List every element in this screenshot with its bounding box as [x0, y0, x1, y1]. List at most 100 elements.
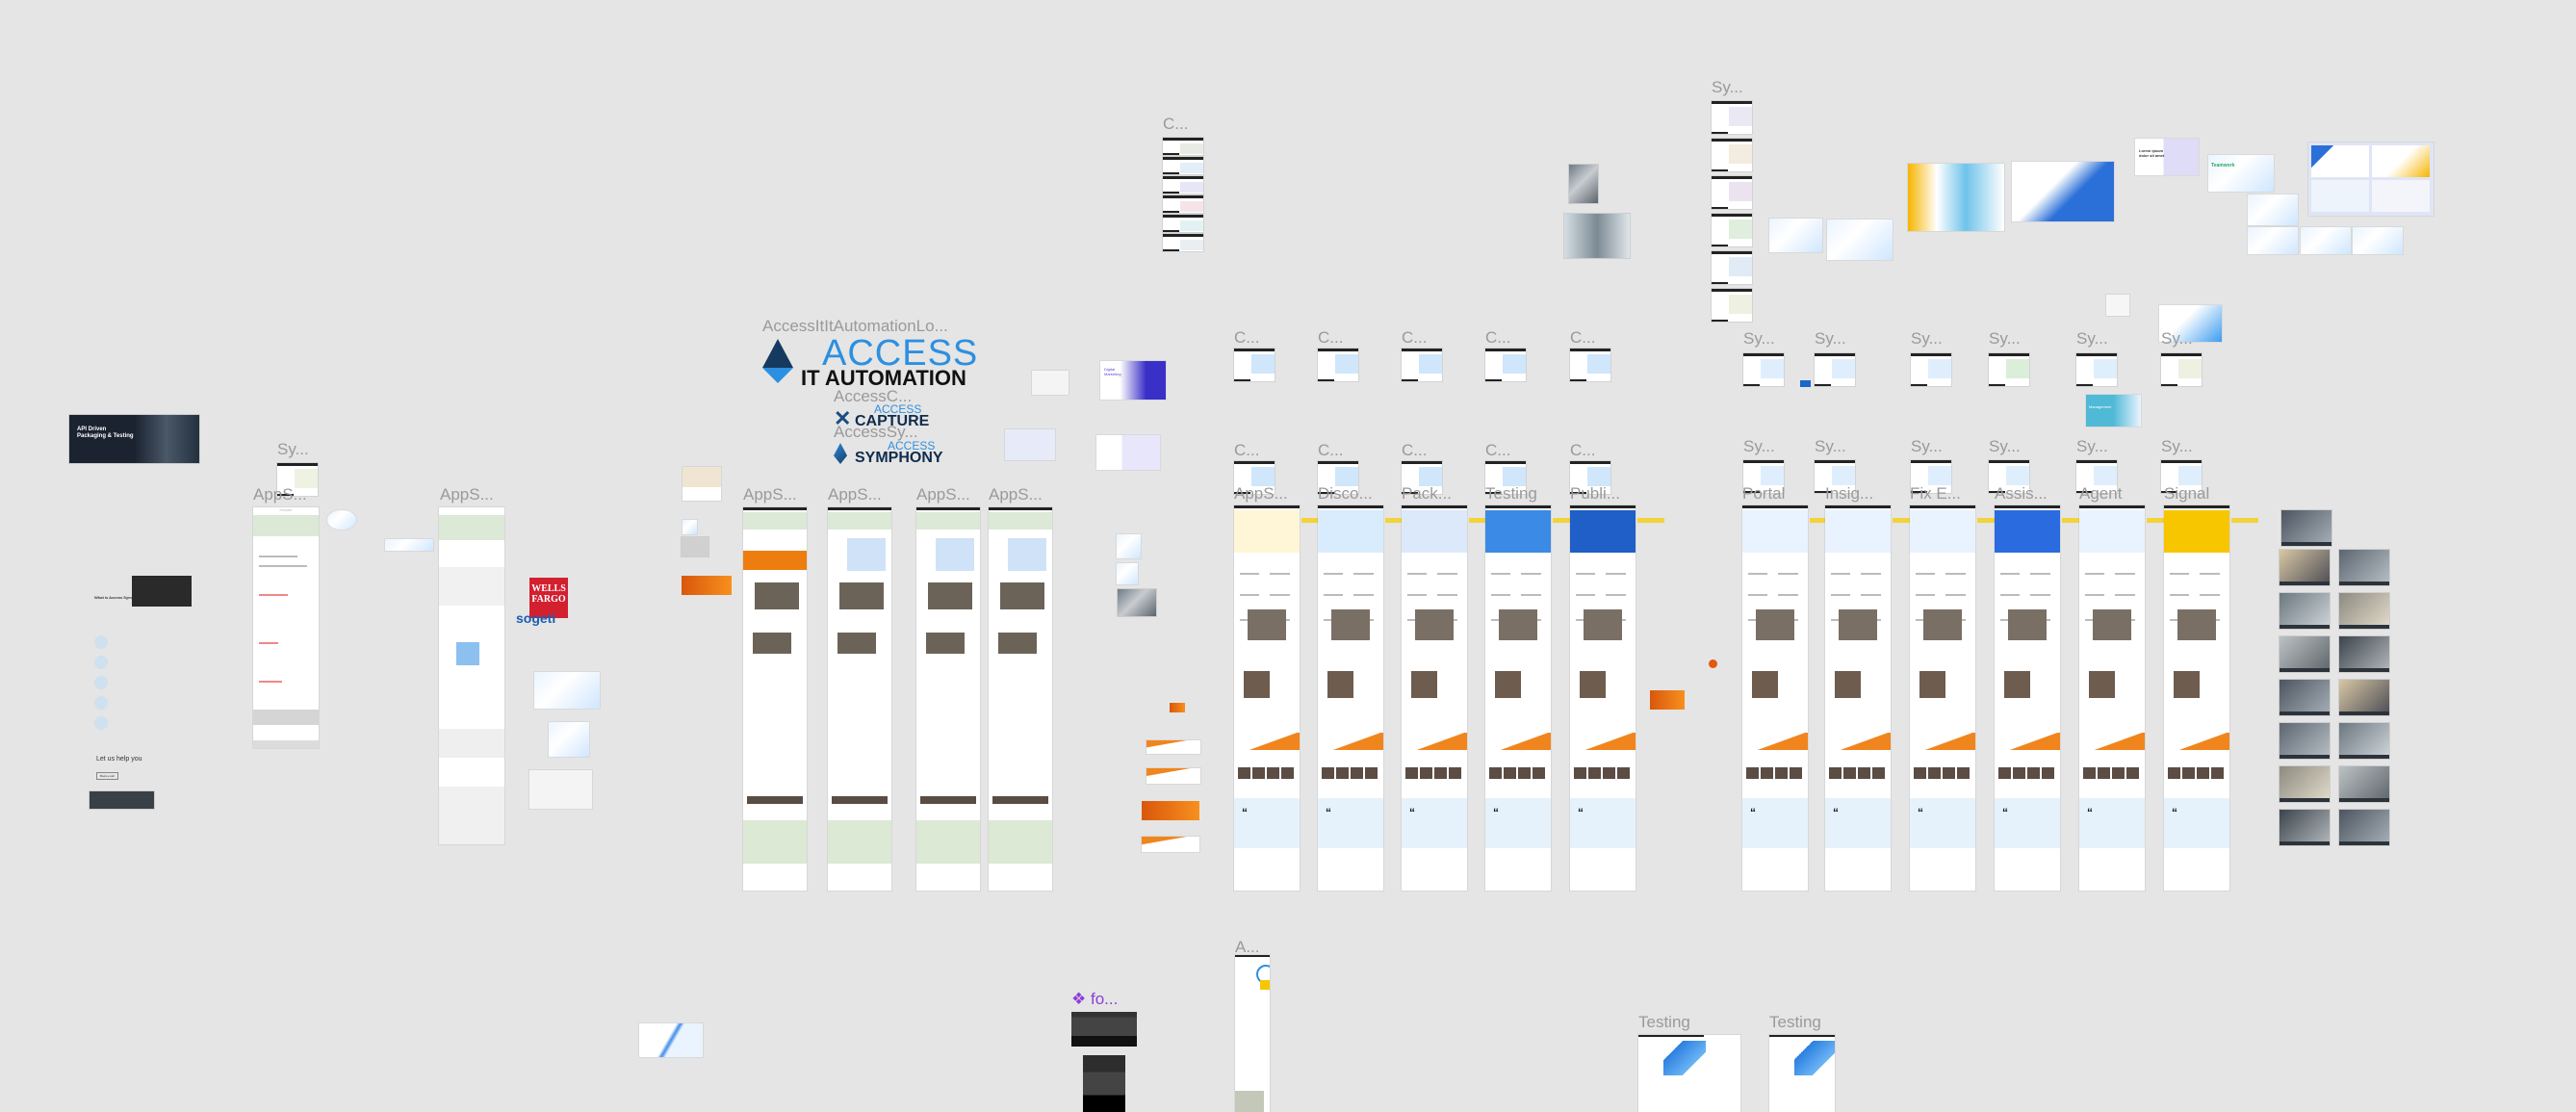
frame-c-thumb[interactable] [1163, 138, 1203, 155]
frame-c-thumb[interactable] [1570, 349, 1610, 381]
frame-product-page[interactable]: “ [2164, 505, 2229, 891]
illustration-digital-marketing[interactable]: Digital Marketing [1100, 361, 1166, 400]
stock-photo[interactable] [2280, 636, 2330, 672]
frame-testing-2[interactable] [1769, 1035, 1835, 1112]
frame-label-product-page[interactable]: Signal [2164, 485, 2209, 502]
frame-product-page[interactable]: “ [1402, 505, 1467, 891]
logo-label-symphony[interactable]: AccessSy... [834, 424, 918, 440]
stock-photo[interactable] [2281, 510, 2331, 546]
cta-variant-3[interactable] [1142, 801, 1199, 820]
cta-variant-4[interactable] [1142, 837, 1199, 852]
illustration-tiles-3[interactable] [2301, 227, 2351, 254]
illustration-management[interactable]: Management [2086, 395, 2141, 427]
orange-banner[interactable] [682, 576, 732, 595]
frame-c-thumb[interactable] [1234, 349, 1275, 381]
it-automation-logo[interactable]: ACCESS IT AUTOMATION [762, 333, 977, 390]
stock-photo[interactable] [2339, 810, 2389, 845]
yellow-marker[interactable] [1637, 518, 1664, 523]
illustration-grid-yellow[interactable] [1908, 164, 2004, 231]
frame-label-testing-2[interactable]: Testing [1769, 1014, 1821, 1030]
frame-label-c-column[interactable]: C... [1163, 116, 1188, 132]
frame-label-a[interactable]: A... [1235, 939, 1260, 955]
frame-label-c[interactable]: C... [1234, 329, 1259, 346]
frame-label-c[interactable]: C... [1485, 442, 1510, 458]
frame-label-sy[interactable]: Sy... [1815, 330, 1846, 347]
illustration-tiles-4[interactable] [2353, 227, 2403, 254]
frame-label-product-page[interactable]: Disco... [1318, 485, 1373, 502]
frame-apps-wireframe-1[interactable]: Header [253, 507, 319, 748]
frame-label-sy[interactable]: Sy... [1815, 438, 1846, 454]
frame-label-c[interactable]: C... [1318, 442, 1343, 458]
frame-sy-thumb[interactable] [1989, 353, 2029, 386]
frame-label-product-page[interactable]: Testing [1485, 485, 1537, 502]
footer-component-2[interactable] [1083, 1055, 1125, 1112]
frame-label-apps-column[interactable]: AppS... [828, 486, 882, 503]
frame-label-sy[interactable]: Sy... [277, 441, 309, 457]
frame-label-c[interactable]: C... [1570, 442, 1595, 458]
frame-apps-page[interactable] [989, 507, 1052, 891]
stock-photo[interactable] [2280, 766, 2330, 802]
frame-label-sy-column[interactable]: Sy... [1712, 79, 1743, 95]
frame-label-sy[interactable]: Sy... [2076, 330, 2108, 347]
frame-label-c[interactable]: C... [1402, 329, 1427, 346]
frame-sy-thumb[interactable] [1815, 353, 1855, 386]
blue-chip[interactable] [1800, 380, 1811, 387]
frame-a-page[interactable] [1235, 955, 1270, 1112]
sogeti-logo[interactable]: sogeti [516, 610, 555, 626]
frame-label-testing-1[interactable]: Testing [1638, 1014, 1690, 1030]
cta-badge[interactable] [1170, 703, 1185, 712]
frame-sy-thumb[interactable] [2076, 353, 2117, 386]
photo-person-small[interactable] [1569, 165, 1598, 203]
frame-label-product-page[interactable]: Portal [1742, 485, 1785, 502]
stock-photo[interactable] [2339, 550, 2389, 585]
frame-product-page[interactable]: “ [1995, 505, 2060, 891]
cta-variant-1[interactable] [1146, 740, 1200, 754]
component-label[interactable]: ❖ fo... [1071, 990, 1118, 1009]
frame-product-page[interactable]: “ [1485, 505, 1551, 891]
frame-label-apps-column[interactable]: AppS... [743, 486, 797, 503]
frame-label-sy[interactable]: Sy... [1743, 330, 1775, 347]
frame-apps-page[interactable] [916, 507, 980, 891]
illustration-tiles-1[interactable] [2248, 194, 2298, 225]
illustration-sy-2[interactable] [1827, 220, 1893, 260]
stock-photo[interactable] [2280, 810, 2330, 845]
stock-photo[interactable] [2339, 593, 2389, 629]
photo-documents[interactable] [682, 537, 708, 556]
stock-photo[interactable] [2339, 636, 2389, 672]
frame-label-sy[interactable]: Sy... [2161, 330, 2193, 347]
frame-label-c[interactable]: C... [1234, 442, 1259, 458]
illustration-cloud[interactable] [327, 510, 356, 530]
frame-label-product-page[interactable]: Insig... [1825, 485, 1873, 502]
packaging-hero-thumb[interactable] [683, 467, 721, 501]
illustration-small[interactable] [1117, 534, 1141, 558]
frame-label-sy[interactable]: Sy... [2076, 438, 2108, 454]
frame-label-sy[interactable]: Sy... [1743, 438, 1775, 454]
frame-product-page[interactable]: “ [1742, 505, 1808, 891]
frame-label-c[interactable]: C... [1485, 329, 1510, 346]
frame-c-thumb[interactable] [1402, 349, 1442, 381]
illustration-diagram[interactable] [534, 672, 600, 709]
frame-sy-thumb[interactable] [1712, 139, 1752, 171]
illustration-grid[interactable] [1005, 429, 1055, 460]
orange-dot[interactable] [1709, 659, 1717, 668]
frame-label-sy[interactable]: Sy... [1911, 330, 1943, 347]
stock-photo[interactable] [2339, 680, 2389, 715]
frame-label-sy[interactable]: Sy... [1989, 330, 2021, 347]
frame-apps-page[interactable] [828, 507, 891, 891]
frame-sy-thumb[interactable] [1911, 353, 1951, 386]
illustration-small[interactable] [1117, 563, 1138, 584]
footer-component-1[interactable] [1071, 1012, 1137, 1047]
banner-api-driven-packaging[interactable]: API Driven Packaging & Testing [69, 415, 199, 463]
illustration-lorem-ipsum[interactable]: Lorem ipsum dolor sit amet [2135, 139, 2199, 175]
frame-sy-thumb[interactable] [1712, 101, 1752, 134]
illustration-diagram[interactable] [385, 539, 433, 551]
frame-label-sy[interactable]: Sy... [2161, 438, 2193, 454]
frame-c-thumb[interactable] [1163, 176, 1203, 194]
frame-c-thumb[interactable] [1163, 215, 1203, 232]
frame-label-apps-1[interactable]: AppS... [253, 486, 307, 503]
frame-label-apps-column[interactable]: AppS... [989, 486, 1043, 503]
stock-photo[interactable] [2280, 550, 2330, 585]
frame-label-product-page[interactable]: Pack... [1402, 485, 1452, 502]
frame-label-c[interactable]: C... [1570, 329, 1595, 346]
illustration-bottom-left[interactable] [639, 1023, 703, 1057]
